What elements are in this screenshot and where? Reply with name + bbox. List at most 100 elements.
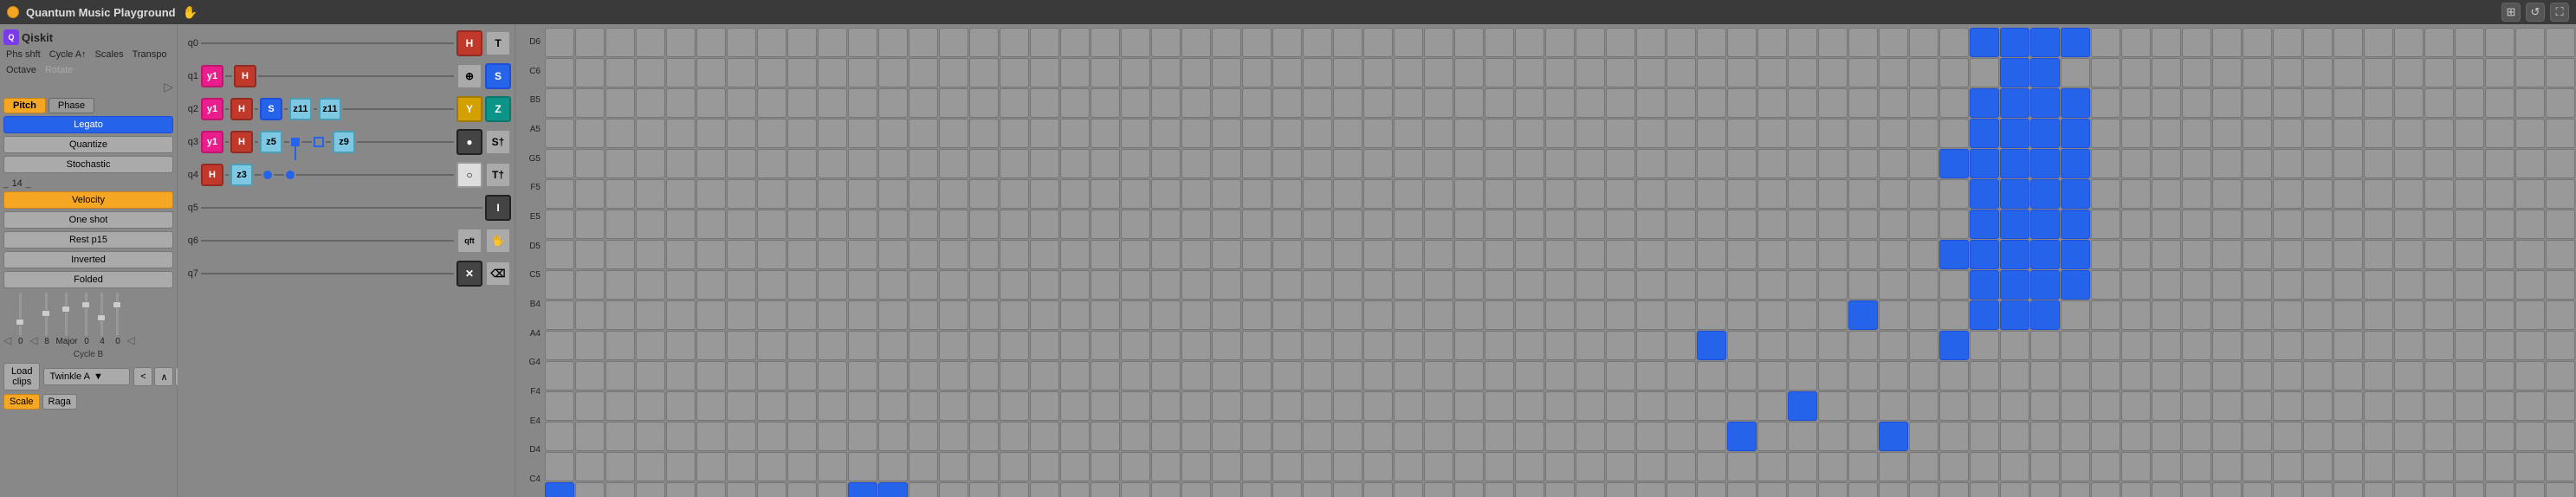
grid-cell[interactable]	[2455, 149, 2484, 178]
grid-cell[interactable]	[2394, 361, 2424, 390]
grid-cell[interactable]	[545, 452, 574, 481]
grid-cell[interactable]	[2273, 58, 2302, 87]
grid-cell[interactable]	[1454, 149, 1484, 178]
grid-cell[interactable]	[1333, 179, 1362, 209]
grid-cell[interactable]	[2455, 482, 2484, 497]
grid-cell[interactable]	[1272, 28, 1302, 57]
grid-cell[interactable]	[1121, 300, 1150, 330]
grid-cell[interactable]	[2303, 119, 2333, 148]
grid-cell[interactable]	[2515, 58, 2545, 87]
grid-cell[interactable]	[1939, 28, 1969, 57]
grid-cell[interactable]	[1333, 149, 1362, 178]
grid-cell[interactable]	[605, 240, 635, 269]
grid-cell[interactable]	[1454, 270, 1484, 300]
grid-cell[interactable]	[1788, 452, 1817, 481]
grid-cell[interactable]	[1121, 58, 1150, 87]
grid-cell[interactable]	[2273, 270, 2302, 300]
grid-cell[interactable]	[848, 28, 877, 57]
grid-cell[interactable]	[2546, 300, 2575, 330]
grid-cell[interactable]	[636, 391, 665, 421]
grid-cell[interactable]	[2212, 361, 2242, 390]
slider-6-thumb[interactable]	[113, 301, 121, 308]
grid-cell[interactable]	[1394, 361, 1423, 390]
grid-cell[interactable]	[757, 361, 786, 390]
grid-cell[interactable]	[1212, 28, 1241, 57]
grid-cell[interactable]	[818, 391, 847, 421]
grid-cell[interactable]	[1515, 422, 1544, 451]
grid-cell[interactable]	[1545, 391, 1575, 421]
grid-cell[interactable]	[2303, 270, 2333, 300]
grid-cell[interactable]	[1939, 482, 1969, 497]
grid-cell[interactable]	[1576, 270, 1605, 300]
grid-cell[interactable]	[1485, 482, 1514, 497]
grid-cell[interactable]	[1727, 179, 1757, 209]
grid-cell[interactable]	[636, 58, 665, 87]
grid-cell[interactable]	[2030, 270, 2060, 300]
legato-button[interactable]: Legato	[3, 116, 173, 133]
grid-cell[interactable]	[1848, 149, 1878, 178]
grid-cell[interactable]	[2273, 452, 2302, 481]
q2-y1-gate[interactable]: y1	[201, 98, 223, 120]
grid-cell[interactable]	[2061, 28, 2090, 57]
grid-cell[interactable]	[2061, 391, 2090, 421]
grid-cell[interactable]	[605, 119, 635, 148]
grid-cell[interactable]	[787, 361, 817, 390]
grid-cell[interactable]	[848, 452, 877, 481]
grid-cell[interactable]	[1303, 58, 1332, 87]
grid-cell[interactable]	[2424, 452, 2454, 481]
grid-cell[interactable]	[1697, 210, 1726, 239]
raga-button[interactable]: Raga	[42, 394, 77, 410]
grid-cell[interactable]	[1697, 179, 1726, 209]
grid-cell[interactable]	[2455, 270, 2484, 300]
grid-cell[interactable]	[1848, 300, 1878, 330]
grid-cell[interactable]	[1879, 331, 1908, 360]
grid-cell[interactable]	[969, 482, 999, 497]
grid-cell[interactable]	[1212, 119, 1241, 148]
grid-cell[interactable]	[1757, 149, 1787, 178]
grid-cell[interactable]	[818, 331, 847, 360]
grid-cell[interactable]	[2121, 28, 2151, 57]
grid-cell[interactable]	[2303, 452, 2333, 481]
twinkle-dropdown[interactable]: Twinkle A ▼	[43, 368, 130, 385]
grid-cell[interactable]	[787, 300, 817, 330]
grid-cell[interactable]	[2091, 331, 2120, 360]
grid-cell[interactable]	[1454, 240, 1484, 269]
grid-cell[interactable]	[1030, 300, 1059, 330]
grid-cell[interactable]	[2364, 149, 2393, 178]
grid-cell[interactable]	[1939, 452, 1969, 481]
grid-cell[interactable]	[666, 270, 696, 300]
grid-cell[interactable]	[787, 119, 817, 148]
grid-cell[interactable]	[1030, 452, 1059, 481]
grid-cell[interactable]	[1576, 28, 1605, 57]
grid-cell[interactable]	[575, 240, 605, 269]
grid-cell[interactable]	[1000, 482, 1029, 497]
grid-cell[interactable]	[1303, 331, 1332, 360]
grid-cell[interactable]	[1697, 270, 1726, 300]
grid-cell[interactable]	[818, 482, 847, 497]
grid-cell[interactable]	[1757, 270, 1787, 300]
grid-cell[interactable]	[1909, 361, 1938, 390]
grid-cell[interactable]	[909, 300, 938, 330]
grid-cell[interactable]	[1909, 482, 1938, 497]
grid-cell[interactable]	[1667, 28, 1696, 57]
grid-cell[interactable]	[1242, 331, 1272, 360]
grid-cell[interactable]	[2091, 240, 2120, 269]
grid-cell[interactable]	[1212, 149, 1241, 178]
grid-cell[interactable]	[2091, 210, 2120, 239]
nav-tab-cyclea[interactable]: Cycle A↑	[47, 48, 89, 61]
grid-cell[interactable]	[2030, 331, 2060, 360]
grid-cell[interactable]	[2030, 179, 2060, 209]
grid-cell[interactable]	[1242, 300, 1272, 330]
grid-cell[interactable]	[909, 149, 938, 178]
grid-cell[interactable]	[1394, 149, 1423, 178]
grid-cell[interactable]	[1909, 179, 1938, 209]
grid-cell[interactable]	[1515, 179, 1544, 209]
grid-cell[interactable]	[1363, 391, 1393, 421]
grid-cell[interactable]	[1909, 210, 1938, 239]
grid-cell[interactable]	[757, 149, 786, 178]
grid-cell[interactable]	[1909, 300, 1938, 330]
grid-cell[interactable]	[2333, 300, 2363, 330]
grid-cell[interactable]	[2485, 361, 2515, 390]
grid-cell[interactable]	[1242, 270, 1272, 300]
grid-cell[interactable]	[1515, 240, 1544, 269]
